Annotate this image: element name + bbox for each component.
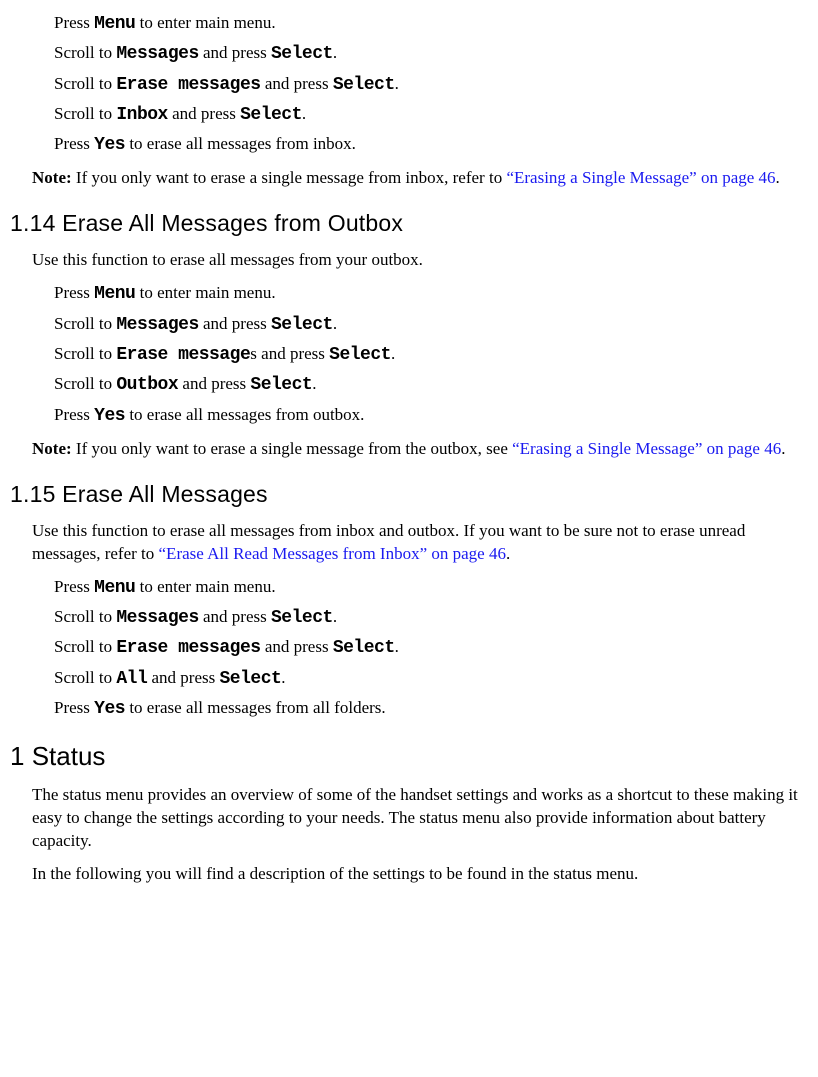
status-p1: The status menu provides an overview of … <box>32 784 808 853</box>
btn-erase-messages: Erase messages <box>116 638 260 658</box>
step-all-1: Press Menu to enter main menu. <box>54 576 808 600</box>
step-inbox-4: Scroll to Inbox and press Select. <box>54 103 808 127</box>
btn-yes: Yes <box>94 699 125 719</box>
btn-yes: Yes <box>94 135 125 155</box>
link-erase-single[interactable]: “Erasing a Single Message” on page 46 <box>512 439 781 458</box>
btn-yes: Yes <box>94 406 125 426</box>
step-outbox-4: Scroll to Outbox and press Select. <box>54 373 808 397</box>
note-outbox: Note: If you only want to erase a single… <box>32 438 808 461</box>
btn-erase-messages: Erase messages <box>116 75 260 95</box>
note-inbox: Note: If you only want to erase a single… <box>32 167 808 190</box>
btn-select: Select <box>333 75 395 95</box>
step-inbox-1: Press Menu to enter main menu. <box>54 12 808 36</box>
heading-status: 1 Status <box>10 739 808 774</box>
btn-messages: Messages <box>116 608 198 628</box>
btn-select: Select <box>271 315 333 335</box>
btn-select: Select <box>271 608 333 628</box>
step-outbox-5: Press Yes to erase all messages from out… <box>54 404 808 428</box>
btn-inbox: Inbox <box>116 105 168 125</box>
btn-erase-message: Erase message <box>116 345 250 365</box>
btn-select: Select <box>219 669 281 689</box>
btn-outbox: Outbox <box>116 375 178 395</box>
btn-all: All <box>116 669 147 689</box>
note-label: Note: <box>32 439 72 458</box>
step-outbox-2: Scroll to Messages and press Select. <box>54 313 808 337</box>
step-all-5: Press Yes to erase all messages from all… <box>54 697 808 721</box>
btn-select: Select <box>240 105 302 125</box>
heading-1-14: 1.14 Erase All Messages from Outbox <box>10 208 808 239</box>
status-p2: In the following you will find a descrip… <box>32 863 808 886</box>
btn-messages: Messages <box>116 315 198 335</box>
btn-select: Select <box>329 345 391 365</box>
btn-menu: Menu <box>94 284 135 304</box>
btn-select: Select <box>333 638 395 658</box>
step-inbox-5: Press Yes to erase all messages from inb… <box>54 133 808 157</box>
link-erase-read[interactable]: “Erase All Read Messages from Inbox” on … <box>159 544 506 563</box>
step-outbox-1: Press Menu to enter main menu. <box>54 282 808 306</box>
step-all-2: Scroll to Messages and press Select. <box>54 606 808 630</box>
step-inbox-3: Scroll to Erase messages and press Selec… <box>54 73 808 97</box>
step-all-4: Scroll to All and press Select. <box>54 667 808 691</box>
btn-messages: Messages <box>116 44 198 64</box>
intro-1-14: Use this function to erase all messages … <box>32 249 808 272</box>
step-all-3: Scroll to Erase messages and press Selec… <box>54 636 808 660</box>
link-erase-single[interactable]: “Erasing a Single Message” on page 46 <box>506 168 775 187</box>
step-outbox-3: Scroll to Erase messages and press Selec… <box>54 343 808 367</box>
btn-select: Select <box>250 375 312 395</box>
btn-menu: Menu <box>94 578 135 598</box>
note-label: Note: <box>32 168 72 187</box>
intro-1-15: Use this function to erase all messages … <box>32 520 808 566</box>
btn-select: Select <box>271 44 333 64</box>
step-inbox-2: Scroll to Messages and press Select. <box>54 42 808 66</box>
btn-menu: Menu <box>94 14 135 34</box>
heading-1-15: 1.15 Erase All Messages <box>10 479 808 510</box>
